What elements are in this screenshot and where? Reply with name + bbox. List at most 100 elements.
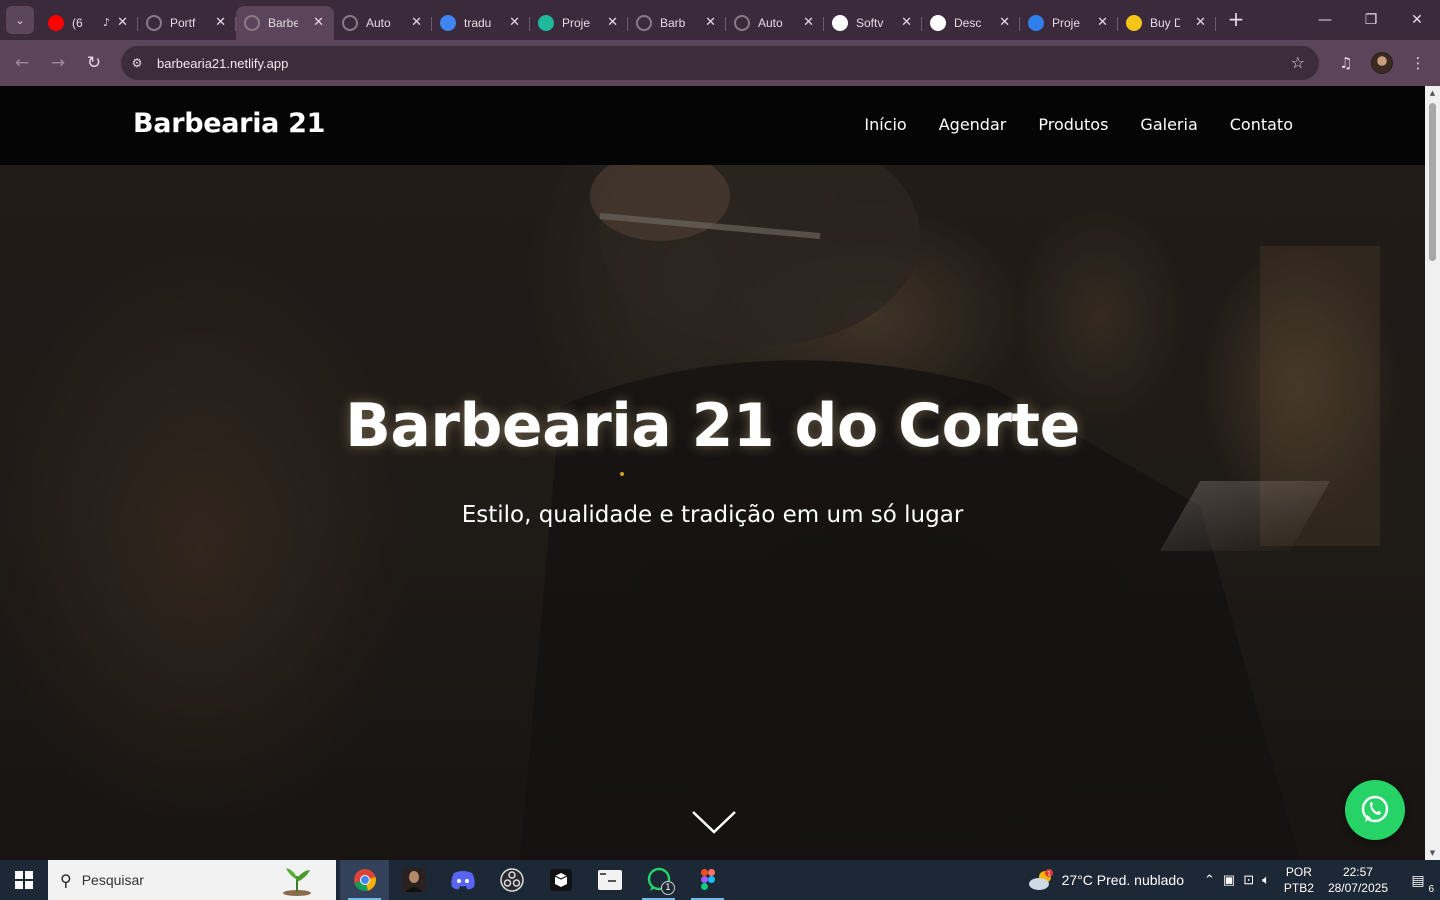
browser-tab[interactable]: Softv ✕ <box>824 6 922 40</box>
globe-icon <box>244 15 260 31</box>
camera-icon[interactable]: ▣ <box>1223 872 1235 888</box>
language-indicator[interactable]: POR PTB2 <box>1284 864 1314 896</box>
site-info-icon[interactable]: ⚙ <box>129 55 145 71</box>
tab-close-icon[interactable]: ✕ <box>1097 15 1108 30</box>
search-icon: ⚲ <box>60 870 72 890</box>
browser-tab[interactable]: Desc ✕ <box>922 6 1020 40</box>
browser-tab[interactable]: Proje ✕ <box>1020 6 1118 40</box>
browser-tab[interactable]: tradu ✕ <box>432 6 530 40</box>
tab-close-icon[interactable]: ✕ <box>705 15 716 30</box>
site-logo[interactable]: Barbearia 21 <box>133 108 325 139</box>
keyboard-layout: PTB2 <box>1283 881 1314 895</box>
weather-widget[interactable]: 1 27°C Pred. nublado <box>1028 869 1184 891</box>
scroll-up-arrow-icon[interactable]: ▲ <box>1428 89 1437 97</box>
scroll-down-chevron-icon[interactable] <box>692 810 736 834</box>
discord-icon <box>450 871 475 890</box>
nav-inicio[interactable]: Início <box>864 115 906 134</box>
taskbar-discord[interactable] <box>438 860 487 900</box>
browser-tab[interactable]: Proje ✕ <box>530 6 628 40</box>
taskbar-terminal[interactable] <box>585 860 634 900</box>
globe-icon <box>734 15 750 31</box>
network-icon[interactable]: ⊡ <box>1243 872 1254 888</box>
nav-produtos[interactable]: Produtos <box>1038 115 1108 134</box>
nav-agendar[interactable]: Agendar <box>939 115 1007 134</box>
address-bar[interactable]: ⚙ barbearia21.netlify.app ☆ <box>121 46 1319 80</box>
browser-tab[interactable]: Auto ✕ <box>726 6 824 40</box>
cloudy-weather-icon: 1 <box>1028 869 1053 890</box>
globe-icon <box>342 15 358 31</box>
openai-icon <box>930 15 946 31</box>
coffee-icon <box>1126 15 1142 31</box>
scrollbar-thumb[interactable] <box>1429 103 1436 261</box>
box-app-icon <box>549 869 572 891</box>
media-control-icon[interactable]: ♫ <box>1328 45 1364 81</box>
toolbar-right: ♫ ⋮ <box>1328 40 1440 86</box>
clock[interactable]: 22:57 28/07/2025 <box>1328 864 1388 896</box>
taskbar-apps: 1 <box>340 860 732 900</box>
tab-close-icon[interactable]: ✕ <box>1195 15 1206 30</box>
browser-tab[interactable]: Portf ✕ <box>138 6 236 40</box>
page-scrollbar[interactable]: ▲ ▼ <box>1425 86 1440 860</box>
volume-icon[interactable]: 🔈︎ <box>1262 872 1270 888</box>
chrome-icon <box>353 869 376 891</box>
restore-button[interactable]: ❐ <box>1348 0 1394 40</box>
start-button[interactable] <box>0 860 48 900</box>
tab-title: Barbe <box>268 16 298 30</box>
taskbar-portrait-app[interactable] <box>389 860 438 900</box>
notification-center-button[interactable]: ▤ 6 <box>1406 868 1434 896</box>
more-menu-icon[interactable]: ⋮ <box>1400 45 1436 81</box>
tab-close-icon[interactable]: ✕ <box>411 15 422 30</box>
tab-title: Proje <box>1052 16 1081 30</box>
tab-title: tradu <box>464 16 492 30</box>
taskbar-app-box[interactable] <box>536 860 585 900</box>
close-window-button[interactable]: ✕ <box>1394 0 1440 40</box>
browser-tab[interactable]: Buy D ✕ <box>1118 6 1216 40</box>
new-tab-button[interactable]: + <box>1222 5 1250 33</box>
speaker-icon[interactable]: ♪ <box>103 16 110 29</box>
search-placeholder[interactable]: Pesquisar <box>82 872 144 888</box>
tab-close-icon[interactable]: ✕ <box>803 15 814 30</box>
whatsapp-float-button[interactable] <box>1345 780 1405 840</box>
url-text[interactable]: barbearia21.netlify.app <box>157 56 288 71</box>
tab-search-button[interactable]: ⌄ <box>6 6 34 34</box>
taskbar-figma[interactable] <box>683 860 732 900</box>
chevron-up-icon[interactable]: ⌃ <box>1204 872 1215 888</box>
tab-close-icon[interactable]: ✕ <box>117 15 128 30</box>
forward-button[interactable]: → <box>40 45 76 81</box>
taskbar-search[interactable]: ⚲ Pesquisar <box>48 860 336 900</box>
hero-background-image <box>0 86 1425 860</box>
hero-title: Barbearia 21 do Corte <box>345 391 1080 461</box>
tab-close-icon[interactable]: ✕ <box>999 15 1010 30</box>
whatsapp-icon <box>1361 795 1389 823</box>
taskbar-chrome[interactable] <box>340 860 389 900</box>
tab-title: Proje <box>562 16 591 30</box>
reload-button[interactable]: ↻ <box>76 45 112 81</box>
tab-close-icon[interactable]: ✕ <box>313 15 324 30</box>
notification-count: 6 <box>1428 884 1434 895</box>
weather-badge: 1 <box>1047 871 1051 878</box>
nav-galeria[interactable]: Galeria <box>1140 115 1197 134</box>
scroll-down-arrow-icon[interactable]: ▼ <box>1428 849 1437 857</box>
tab-title: Buy D <box>1150 16 1180 30</box>
terminal-icon <box>597 870 622 890</box>
taskbar-obs[interactable] <box>487 860 536 900</box>
browser-tab[interactable]: Barb ✕ <box>628 6 726 40</box>
browser-tab[interactable]: Auto ✕ <box>334 6 432 40</box>
message-icon: ▤ <box>1411 871 1425 888</box>
clock-time: 22:57 <box>1342 865 1373 879</box>
tab-close-icon[interactable]: ✕ <box>215 15 226 30</box>
bookmark-star-icon[interactable]: ☆ <box>1291 53 1305 72</box>
tab-close-icon[interactable]: ✕ <box>509 15 520 30</box>
browser-tab[interactable]: Barbe ✕ <box>236 6 334 40</box>
nav-contato[interactable]: Contato <box>1230 115 1293 134</box>
profile-avatar[interactable] <box>1364 45 1400 81</box>
tab-close-icon[interactable]: ✕ <box>607 15 618 30</box>
minimize-button[interactable]: — <box>1302 0 1348 40</box>
tab-close-icon[interactable]: ✕ <box>901 15 912 30</box>
browser-tab[interactable]: (6 ♪ ✕ <box>40 6 138 40</box>
tab-strip: ⌄ (6 ♪ ✕ Portf ✕ Barbe ✕ Auto ✕ tradu ✕ Proje ✕ Barb ✕… <box>0 0 1440 40</box>
tab-separator <box>1215 17 1216 31</box>
taskbar-whatsapp[interactable]: 1 <box>634 860 683 900</box>
back-button[interactable]: ← <box>4 45 40 81</box>
page-viewport: Barbearia 21 Início Agendar Produtos Gal… <box>0 86 1425 860</box>
